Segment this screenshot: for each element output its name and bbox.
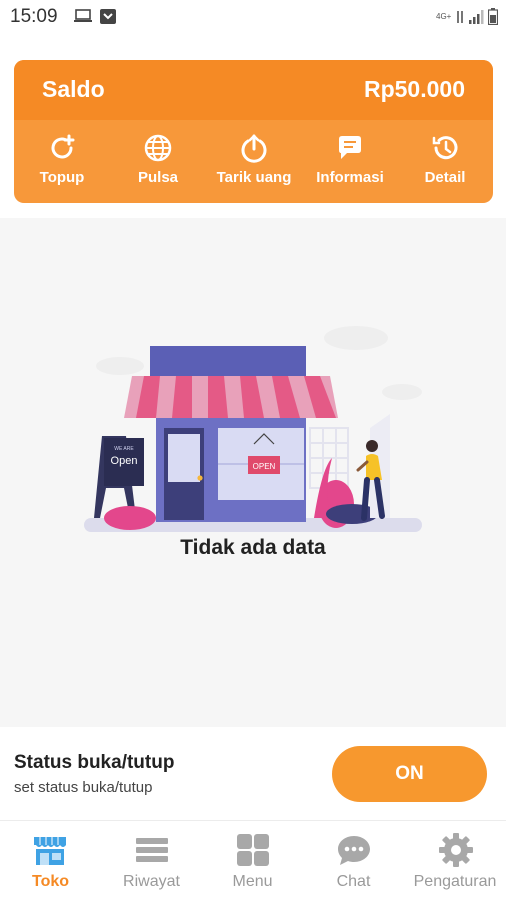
information-button[interactable]: Informasi [302, 120, 398, 203]
detail-button[interactable]: Detail [397, 120, 493, 203]
nav-item-chat[interactable]: Chat [303, 821, 404, 900]
pulsa-label: Pulsa [137, 169, 179, 186]
gear-icon [439, 833, 473, 867]
topup-icon [51, 134, 75, 159]
topup-label: Topup [39, 169, 85, 186]
empty-store-illustration: OPEN WE ARE Open [84, 326, 422, 532]
nav-item-riwayat[interactable]: Riwayat [101, 821, 202, 900]
nav-label-toko: Toko [31, 873, 70, 890]
pulsa-button[interactable]: Pulsa [110, 120, 206, 203]
nav-item-pengaturan[interactable]: Pengaturan [404, 821, 506, 900]
balance-card: Saldo Rp50.000 Topup Pulsa Tarik uang In… [14, 60, 493, 203]
nav-label-menu: Menu [232, 873, 273, 890]
balance-amount: Rp50.000 [363, 76, 465, 102]
download-box-icon [100, 9, 116, 24]
empty-state-message: Tidak ada data [180, 536, 326, 559]
balance-header: Saldo Rp50.000 [14, 60, 493, 120]
status-bar: 15:09 4G+ [0, 0, 506, 34]
store-icon [34, 837, 66, 865]
nav-label-pengaturan: Pengaturan [413, 873, 497, 890]
detail-label: Detail [424, 169, 466, 186]
signal-icon [469, 9, 484, 24]
battery-icon [488, 8, 498, 25]
withdraw-icon [241, 134, 267, 163]
withdraw-button[interactable]: Tarik uang [206, 120, 302, 203]
information-label: Informasi [316, 169, 384, 186]
chat-icon [338, 836, 370, 865]
topup-button[interactable]: Topup [14, 120, 110, 203]
board-text: Open [111, 455, 138, 467]
network-type: 4G+ [436, 11, 452, 21]
store-status-panel: Status buka/tutup set status buka/tutup … [0, 727, 506, 820]
wallet-actions: Topup Pulsa Tarik uang Informasi Detail [14, 120, 493, 203]
nav-label-chat: Chat [336, 873, 371, 890]
nav-item-toko[interactable]: Toko [0, 821, 101, 900]
open-sign-text: OPEN [253, 462, 276, 471]
nav-label-riwayat: Riwayat [123, 873, 180, 890]
laptop-icon [74, 9, 92, 22]
notification-icons [74, 9, 116, 24]
store-status-title: Status buka/tutup [14, 752, 175, 773]
balance-label: Saldo [42, 76, 105, 102]
history-icon [432, 136, 458, 160]
system-icons: 4G+ [436, 8, 498, 25]
data-arrows-icon [457, 10, 463, 23]
grid-icon [237, 834, 269, 866]
clock: 15:09 [10, 6, 58, 27]
globe-icon [144, 134, 172, 162]
withdraw-label: Tarik uang [216, 169, 292, 186]
store-status-subtitle: set status buka/tutup [14, 779, 153, 796]
nav-item-menu[interactable]: Menu [202, 821, 303, 900]
list-icon [136, 838, 168, 862]
awning [124, 376, 338, 418]
board-small-text: WE ARE [114, 446, 134, 452]
store-status-toggle[interactable]: ON [332, 746, 487, 802]
chat-bubble-icon [339, 136, 361, 159]
bottom-navigation: Toko Riwayat Menu Chat Pengaturan [0, 820, 506, 900]
